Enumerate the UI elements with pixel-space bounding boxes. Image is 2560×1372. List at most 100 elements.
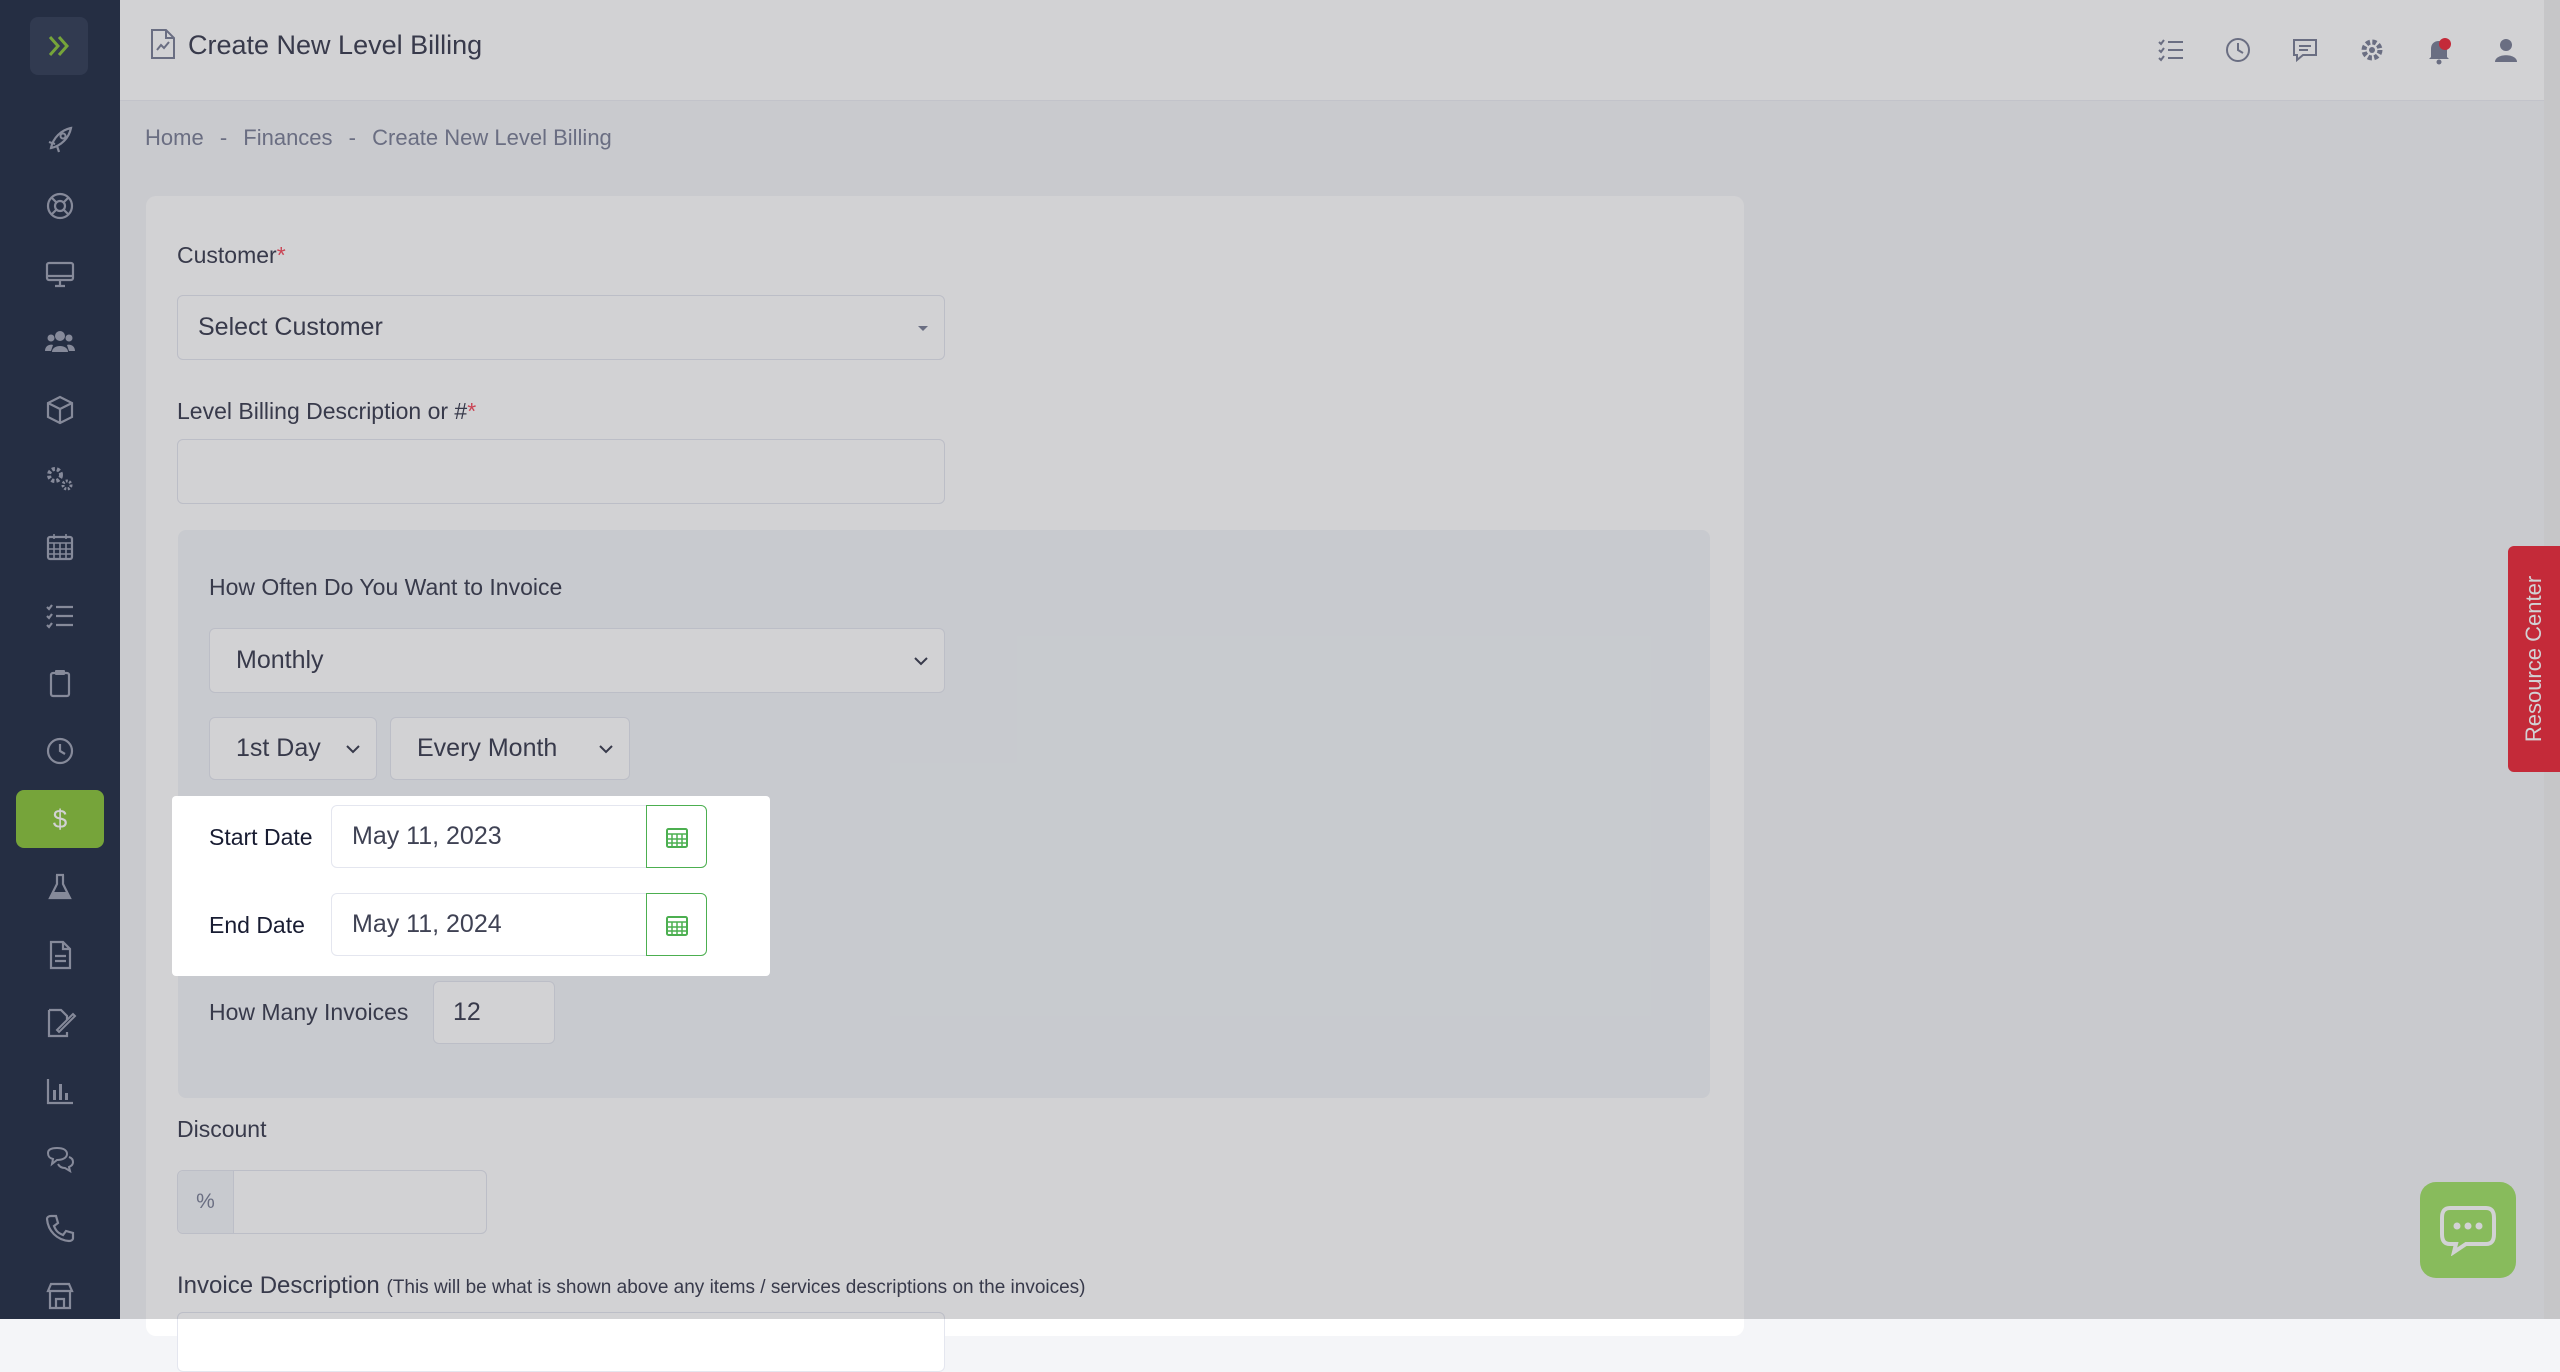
history-header-button[interactable] xyxy=(2221,33,2255,67)
flask-icon xyxy=(48,873,72,900)
resource-center-label: Resource Center xyxy=(2521,575,2546,743)
rocket-icon xyxy=(48,126,73,153)
sidebar-item-messages[interactable] xyxy=(16,1131,104,1189)
sidebar-toggle-button[interactable] xyxy=(30,17,88,75)
customer-select-value: Select Customer xyxy=(198,313,383,341)
bell-icon xyxy=(2429,38,2451,65)
caret-down-icon xyxy=(918,325,928,331)
invoice-day-value: 1st Day xyxy=(236,734,321,762)
resource-center-tab[interactable]: Resource Center xyxy=(2508,546,2560,772)
end-date-value: May 11, 2024 xyxy=(352,910,502,938)
customer-label: Customer* xyxy=(177,242,286,269)
chat-icon xyxy=(46,1146,75,1174)
chevron-down-icon xyxy=(346,744,360,753)
invoice-interval-select[interactable]: Every Month xyxy=(390,717,630,780)
clock-icon xyxy=(2226,38,2250,62)
frequency-label: How Often Do You Want to Invoice xyxy=(209,574,563,600)
start-date-label: Start Date xyxy=(209,824,313,850)
sidebar-item-calls[interactable] xyxy=(16,1199,104,1257)
sidebar-item-dashboard[interactable] xyxy=(16,110,104,168)
sidebar-item-inventory[interactable] xyxy=(16,381,104,439)
description-input[interactable] xyxy=(177,439,945,504)
required-mark: * xyxy=(467,398,477,424)
sidebar-item-settings[interactable] xyxy=(16,449,104,507)
invoice-interval-value: Every Month xyxy=(417,734,558,762)
end-date-input[interactable]: May 11, 2024 xyxy=(331,893,647,956)
user-icon xyxy=(2495,39,2517,62)
end-date-label: End Date xyxy=(209,912,305,938)
start-date-picker-button[interactable] xyxy=(646,805,707,868)
sidebar-item-tasks[interactable] xyxy=(16,586,104,644)
chevron-down-icon xyxy=(914,656,928,665)
invoice-count-label: How Many Invoices xyxy=(209,999,409,1025)
gear-icon xyxy=(2361,39,2383,61)
svg-text:$: $ xyxy=(53,804,68,834)
sidebar-item-timesheets[interactable] xyxy=(16,722,104,780)
sidebar-item-finances[interactable]: $ xyxy=(16,790,104,848)
page-title: Create New Level Billing xyxy=(188,30,483,60)
lifebuoy-icon xyxy=(46,192,74,220)
calendar-icon xyxy=(665,915,688,936)
percent-addon: % xyxy=(178,1171,234,1233)
chevron-down-icon xyxy=(599,744,613,753)
sidebar-item-users[interactable] xyxy=(16,313,104,371)
description-label: Level Billing Description or #* xyxy=(177,398,476,425)
customer-select[interactable]: Select Customer xyxy=(177,295,945,360)
tasks-icon xyxy=(2158,39,2183,62)
chart-icon xyxy=(46,1079,73,1105)
sidebar-item-calendar[interactable] xyxy=(16,518,104,576)
invoice-count-input[interactable]: 12 xyxy=(433,981,555,1044)
tasks-header-button[interactable] xyxy=(2154,33,2188,67)
notifications-header-button[interactable] xyxy=(2422,33,2456,67)
user-profile-button[interactable] xyxy=(2489,33,2523,67)
sidebar-item-reports[interactable] xyxy=(16,1062,104,1120)
sidebar: $ xyxy=(0,0,120,1319)
sidebar-item-devices[interactable] xyxy=(16,245,104,303)
frequency-select[interactable]: Monthly xyxy=(209,628,945,693)
discount-input-group: % xyxy=(177,1170,487,1234)
sidebar-item-lab[interactable] xyxy=(16,858,104,916)
breadcrumb-finances[interactable]: Finances xyxy=(243,125,332,150)
calendar-icon xyxy=(46,534,74,561)
clipboard-icon xyxy=(49,670,71,698)
sidebar-item-documents[interactable] xyxy=(16,926,104,984)
sidebar-item-clipboard[interactable] xyxy=(16,654,104,712)
top-header: Create New Level Billing xyxy=(120,0,2560,101)
sidebar-item-store[interactable] xyxy=(16,1267,104,1325)
sidebar-item-contracts[interactable] xyxy=(16,994,104,1052)
invoice-description-label-text: Invoice Description xyxy=(177,1272,380,1299)
start-date-value: May 11, 2023 xyxy=(352,822,502,850)
live-chat-button[interactable] xyxy=(2420,1182,2516,1278)
document-chart-icon xyxy=(151,29,175,59)
cube-icon xyxy=(46,395,74,425)
frequency-select-value: Monthly xyxy=(236,646,324,674)
description-label-text: Level Billing Description or # xyxy=(177,398,468,424)
breadcrumb-separator: - xyxy=(348,125,356,150)
tasks-icon xyxy=(46,604,73,629)
dollar-icon: $ xyxy=(53,804,68,834)
signature-icon xyxy=(47,1008,77,1038)
breadcrumb-separator: - xyxy=(219,125,228,150)
settings-header-button[interactable] xyxy=(2355,33,2389,67)
breadcrumb: Home - Finances - Create New Level Billi… xyxy=(145,125,622,151)
invoice-description-note: (This will be what is shown above any it… xyxy=(386,1277,1086,1298)
breadcrumb-home[interactable]: Home xyxy=(145,125,204,150)
store-icon xyxy=(46,1282,74,1310)
clock-icon xyxy=(46,737,74,765)
document-icon xyxy=(49,940,72,970)
end-date-picker-button[interactable] xyxy=(646,893,707,956)
invoice-description-input[interactable] xyxy=(177,1312,945,1372)
invoice-description-label: Invoice Description (This will be what i… xyxy=(177,1272,1086,1300)
messages-header-button[interactable] xyxy=(2288,33,2322,67)
sidebar-item-support[interactable] xyxy=(16,177,104,235)
discount-input[interactable] xyxy=(234,1171,486,1233)
required-mark: * xyxy=(276,242,286,268)
monitor-icon xyxy=(45,261,75,288)
gears-icon xyxy=(47,467,73,491)
customer-label-text: Customer xyxy=(177,242,277,268)
breadcrumb-current: Create New Level Billing xyxy=(372,125,612,150)
double-chevron-right-icon xyxy=(48,36,70,56)
invoice-day-select[interactable]: 1st Day xyxy=(209,717,377,780)
start-date-input[interactable]: May 11, 2023 xyxy=(331,805,647,868)
invoice-count-value: 12 xyxy=(453,998,481,1026)
